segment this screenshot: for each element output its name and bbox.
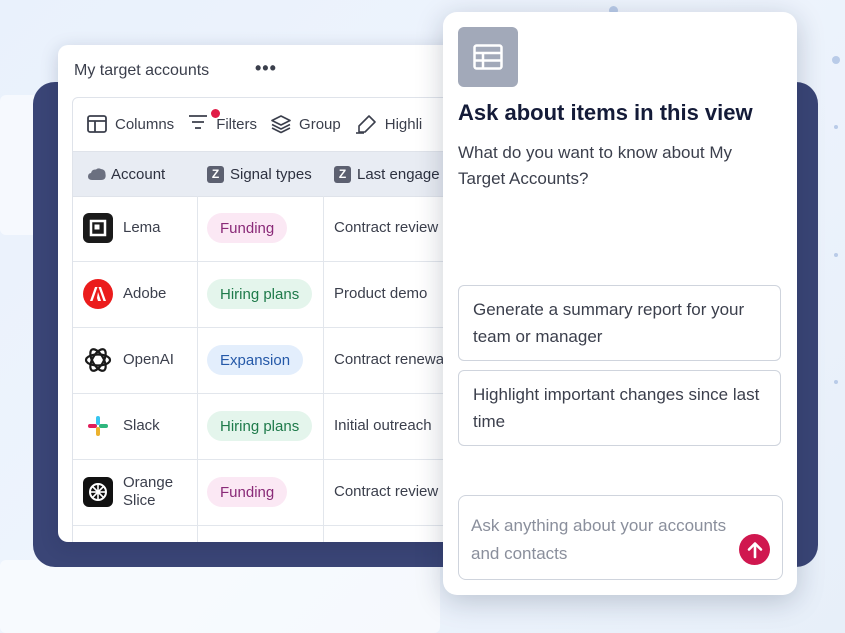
column-header-signal-label: Signal types [230,165,312,183]
suggestion-summary-report[interactable]: Generate a summary report for your team … [458,285,781,361]
account-name: Slack [123,417,160,434]
table-header: Account Z Signal types Z Last engage [73,151,478,197]
columns-button[interactable]: Columns [87,115,174,133]
columns-icon [87,115,107,133]
z-app-icon: Z [207,165,224,183]
card-title: My target accounts [74,62,210,79]
column-header-signal-types[interactable]: Z Signal types [207,152,312,196]
group-label: Group [299,115,341,133]
signal-badge: Hiring plans [207,411,313,441]
orange-slice-logo-icon [83,477,113,507]
signal-badge: Funding [207,213,288,243]
openai-logo-icon [83,345,113,375]
highlight-label: Highli [384,115,423,133]
table-toolbar: Columns Filters Group Highli [73,98,478,150]
background-dot [834,125,838,129]
ask-ai-panel: Ask about items in this view What do you… [443,12,797,595]
z-app-icon: Z [334,165,351,183]
signal-badge: Hiring plans [207,279,313,309]
ask-input[interactable]: Ask anything about your accounts and con… [458,495,783,580]
last-engagement: Contract review [334,483,439,500]
background-panel-bottom [0,560,440,633]
background-dot [834,380,838,384]
column-header-engagement-label: Last engage [357,165,440,183]
signal-badge: Funding [207,477,288,507]
highlighter-icon [355,115,376,134]
slack-logo-icon [83,411,113,441]
lema-logo-icon [83,213,113,243]
filters-label: Filters [216,115,258,133]
layers-icon [271,115,291,134]
salesforce-cloud-icon [88,168,106,180]
adobe-logo-icon [83,279,113,309]
account-name: Lema [123,219,161,236]
last-engagement: Contract renewal [334,351,448,368]
table-row[interactable]: Lema Funding Contract review [73,196,478,262]
suggestion-highlight-changes[interactable]: Highlight important changes since last t… [458,370,781,446]
table-row[interactable]: OpenAI Expansion Contract renewal [73,328,478,394]
filters-button[interactable]: Filters [188,109,258,134]
panel-subtitle: What do you want to know about My Target… [458,143,733,188]
table-row[interactable]: Slack Hiring plans Initial outreach [73,394,478,460]
table-row[interactable] [73,526,478,542]
account-name: Adobe [123,285,167,302]
table-view: Columns Filters Group Highli Account Z S… [72,97,478,542]
filter-icon [188,109,221,134]
table-icon [458,27,518,87]
last-engagement: Contract review [334,219,439,236]
more-options-button[interactable]: ••• [255,58,277,79]
column-header-account-label: Account [111,165,166,183]
background-dot [832,56,840,64]
table-body: Lema Funding Contract review Adobe Hirin… [73,196,478,542]
columns-label: Columns [115,115,175,133]
ask-input-placeholder: Ask anything about your accounts and con… [471,516,727,563]
last-engagement: Initial outreach [334,417,432,434]
group-button[interactable]: Group [271,114,341,134]
highlight-button[interactable]: Highli [355,114,423,134]
last-engagement: Product demo [334,285,428,302]
background-dot [834,253,838,257]
send-button[interactable] [739,534,770,565]
account-name: OpenAI [123,351,174,368]
target-accounts-card: My target accounts ••• Columns Filters G… [58,45,478,542]
arrow-up-icon [747,541,762,558]
table-row[interactable]: Orange Slice Funding Contract review [73,460,478,526]
account-name: Orange Slice [123,474,174,509]
column-header-last-engagement[interactable]: Z Last engage [334,152,440,196]
table-row[interactable]: Adobe Hiring plans Product demo [73,262,478,328]
panel-title: Ask about items in this view [458,100,753,125]
signal-badge: Expansion [207,345,304,375]
column-header-account[interactable]: Account [87,152,165,196]
